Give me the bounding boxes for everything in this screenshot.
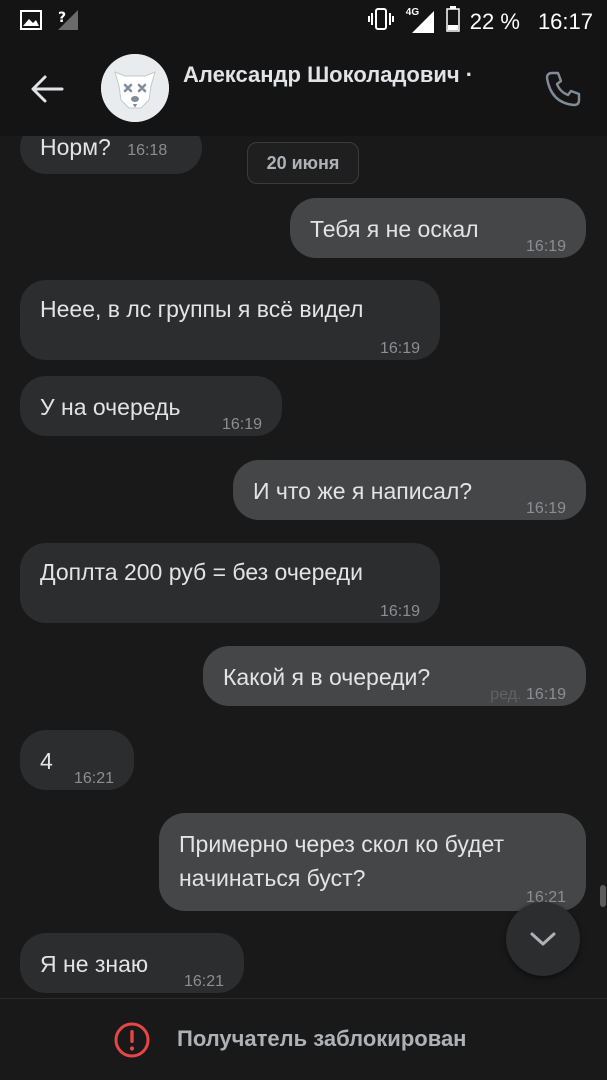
- gallery-icon: [20, 10, 42, 35]
- blocked-message: Получатель заблокирован: [177, 1026, 467, 1051]
- message-outgoing[interactable]: Какой я в очереди? ред. 16:19: [203, 646, 586, 706]
- vibrate-icon: [366, 7, 396, 37]
- message-text: Норм?: [40, 136, 111, 160]
- message-incoming[interactable]: Нееe, в лс группы я всё видел 16:19: [20, 280, 440, 360]
- arrow-left-icon: [31, 75, 64, 103]
- edited-label: ред.: [490, 686, 522, 703]
- message-incoming[interactable]: Я не знаю 16:21: [20, 933, 244, 993]
- message-text-line-1: Примерно через скол ко будет: [179, 831, 505, 857]
- message-outgoing[interactable]: Примерно через скол ко будет начинаться …: [159, 813, 586, 911]
- message-text: Доплта 200 руб = без очереди: [40, 559, 363, 585]
- date-separator: 20 июня: [247, 142, 359, 184]
- message-time: 16:19: [525, 500, 566, 517]
- message-time: 16:19: [379, 603, 420, 620]
- scroll-down-button[interactable]: [506, 902, 580, 976]
- message-text: Нееe, в лс группы я всё видел: [40, 296, 364, 322]
- message-text: Я не знаю: [40, 951, 149, 977]
- clock: 16:17: [537, 9, 593, 34]
- no-signal-icon: ?: [56, 8, 80, 37]
- message-text: 4: [40, 748, 53, 774]
- battery-icon: [446, 6, 460, 38]
- message-time: 16:19: [221, 416, 262, 433]
- message-time: 16:19: [525, 238, 566, 255]
- battery-percent: 22 %: [469, 9, 520, 34]
- message-time: 16:21: [73, 770, 114, 787]
- message-text: И что же я написал?: [253, 478, 473, 504]
- message-outgoing[interactable]: И что же я написал? 16:19: [233, 460, 586, 520]
- message-outgoing[interactable]: Тебя я не оскал 16:19: [290, 198, 586, 258]
- back-button[interactable]: [22, 66, 72, 112]
- contact-name[interactable]: Александр Шоколадович ·: [183, 62, 523, 88]
- message-time: 16:19: [379, 340, 420, 357]
- svg-text:?: ?: [58, 10, 66, 26]
- avatar[interactable]: [101, 54, 169, 122]
- message-list[interactable]: Норм? 16:18 20 июня Тебя я не оскал 16:1…: [0, 136, 607, 998]
- message-text: Какой я в очереди?: [223, 664, 431, 690]
- alert-circle-icon: [114, 1022, 150, 1058]
- message-incoming[interactable]: Доплта 200 руб = без очереди 16:19: [20, 543, 440, 623]
- phone-icon: [545, 71, 581, 107]
- message-time: 16:21: [183, 973, 224, 990]
- message-time: ред. 16:19: [490, 678, 566, 712]
- message-time: 16:18: [127, 142, 168, 159]
- deactivated-dog-icon: [101, 54, 169, 122]
- call-button[interactable]: [540, 66, 586, 112]
- message-text: У на очередь: [40, 394, 181, 420]
- message-text: Тебя я не оскал: [310, 216, 479, 242]
- scrollbar[interactable]: [600, 885, 606, 907]
- message-text-line-2: начинаться буст?: [179, 865, 366, 891]
- message-incoming[interactable]: У на очередь 16:19: [20, 376, 282, 436]
- signal-icon: 4G: [406, 7, 436, 35]
- message-time-value: 16:19: [525, 686, 566, 703]
- message-incoming[interactable]: Норм? 16:18: [20, 136, 202, 174]
- chevron-down-icon: [530, 932, 556, 946]
- message-incoming[interactable]: 4 16:21: [20, 730, 134, 790]
- blocked-footer: Получатель заблокирован: [0, 998, 607, 1080]
- status-bar: ? 4G 22 % 16:17: [0, 0, 607, 42]
- chat-header: Александр Шоколадович ·: [0, 42, 607, 136]
